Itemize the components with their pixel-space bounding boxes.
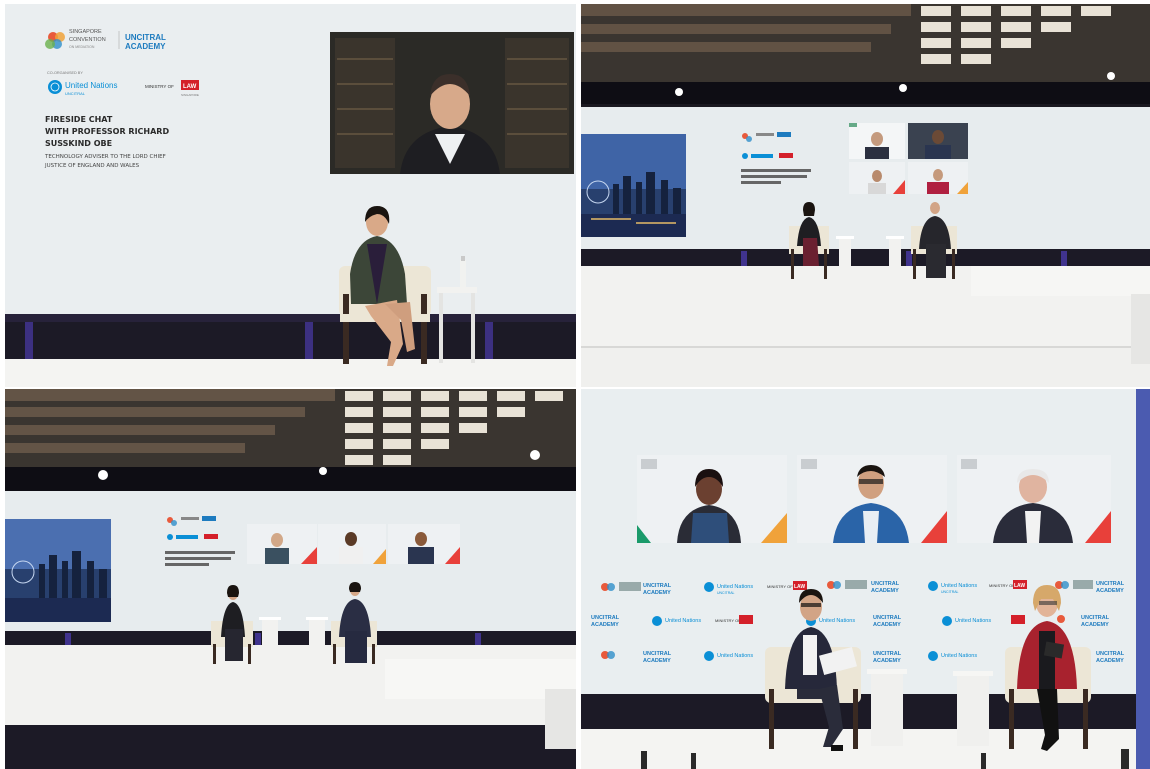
- un-label-6: United Nations: [717, 653, 753, 659]
- academy-bottom-text: ACADEMY: [125, 42, 166, 51]
- video-tile-2: [908, 123, 968, 159]
- academy-bottom-text-7: ACADEMY: [643, 658, 671, 664]
- video-tile-4: [908, 162, 968, 194]
- table-left: [259, 617, 281, 662]
- ministry-law-label-1: LAW: [794, 584, 805, 590]
- logo-top-text: SINGAPORE: [69, 29, 102, 35]
- table-right: [953, 671, 993, 746]
- academy-bottom-text-2: ACADEMY: [871, 588, 899, 594]
- academy-bottom-text-8: ACADEMY: [873, 658, 901, 664]
- academy-bottom-text-1: ACADEMY: [643, 590, 671, 596]
- ministry-sub-label: SINGAPORE: [181, 93, 199, 97]
- academy-top-text-6: UNCITRAL: [1081, 615, 1110, 621]
- academy-bottom-text-6: ACADEMY: [1081, 622, 1109, 628]
- un-emblem-icon: [48, 80, 62, 94]
- photo-collage: SINGAPORE CONVENTION ON MEDIATION UNCITR…: [0, 0, 1150, 769]
- video-tile-1: [849, 123, 905, 159]
- video-tile-2: [318, 524, 386, 564]
- academy-bottom-text-5: ACADEMY: [873, 622, 901, 628]
- table-right: [306, 617, 328, 662]
- un-label-2: United Nations: [941, 583, 977, 589]
- session-title-line1: FIRESIDE CHAT: [45, 115, 113, 124]
- table-left: [867, 669, 907, 746]
- academy-top-text-5: UNCITRAL: [873, 615, 902, 621]
- ministry-label-3: MINISTRY OF: [715, 618, 741, 623]
- city-skyline-screen: [5, 519, 111, 622]
- un-label-5: United Nations: [955, 618, 991, 624]
- ministry-label: MINISTRY OF: [145, 84, 174, 89]
- ministry-label-2: MINISTRY OF: [989, 583, 1015, 588]
- session-title-line2: WITH PROFESSOR RICHARD: [45, 127, 169, 136]
- panel-fireside-chat: SINGAPORE CONVENTION ON MEDIATION UNCITR…: [5, 4, 576, 387]
- co-organised-text: CO-ORGANISED BY: [47, 71, 83, 75]
- session-subtitle-line2: JUSTICE OF ENGLAND AND WALES: [44, 163, 140, 169]
- academy-top-text-4: UNCITRAL: [591, 615, 620, 621]
- un-label-4: United Nations: [819, 618, 855, 624]
- video-tile-2: [797, 455, 947, 543]
- academy-top-text-8: UNCITRAL: [873, 651, 902, 657]
- session-title-line3: SUSSKIND OBE: [45, 139, 112, 148]
- session-subtitle-line1: TECHNOLOGY ADVISER TO THE LORD CHIEF: [44, 154, 166, 160]
- un-sub-label-2: UNCITRAL: [941, 590, 959, 594]
- academy-top-text: UNCITRAL: [125, 33, 166, 42]
- video-tile-3: [957, 455, 1111, 543]
- academy-bottom-text-9: ACADEMY: [1096, 658, 1124, 664]
- logo-mid-text: CONVENTION: [69, 37, 106, 43]
- academy-top-text-1: UNCITRAL: [643, 583, 672, 589]
- remote-speaker-video: [330, 32, 574, 174]
- ministry-label-1: MINISTRY OF: [767, 584, 793, 589]
- academy-bottom-text-3: ACADEMY: [1096, 588, 1124, 594]
- un-sub-label-1: UNCITRAL: [717, 591, 735, 595]
- academy-top-text-9: UNCITRAL: [1096, 651, 1125, 657]
- logo-bottom-text: ON MEDIATION: [69, 45, 95, 49]
- panel-close-three-remote: UNCITRAL ACADEMY United Nations UNCITRAL…: [581, 389, 1150, 769]
- academy-bottom-text-4: ACADEMY: [591, 622, 619, 628]
- ministry-law-label: LAW: [183, 84, 197, 90]
- panel-wide-stage-two-speakers: [581, 4, 1150, 387]
- ministry-law-label-2: LAW: [1014, 583, 1025, 589]
- video-tile-3: [388, 524, 460, 564]
- video-tile-3: [849, 162, 905, 194]
- un-label: United Nations: [65, 81, 117, 90]
- un-label-3: United Nations: [665, 618, 701, 624]
- academy-top-text-2: UNCITRAL: [871, 581, 900, 587]
- panel-wide-stage-three-remote: [5, 389, 576, 769]
- un-label-7: United Nations: [941, 653, 977, 659]
- city-skyline-screen: [581, 134, 686, 237]
- video-tile-1: [247, 524, 317, 564]
- video-tile-1: [637, 455, 787, 543]
- un-label-1: United Nations: [717, 584, 753, 590]
- academy-top-text-7: UNCITRAL: [643, 651, 672, 657]
- un-sub-label: UNCITRAL: [65, 91, 86, 96]
- academy-top-text-3: UNCITRAL: [1096, 581, 1125, 587]
